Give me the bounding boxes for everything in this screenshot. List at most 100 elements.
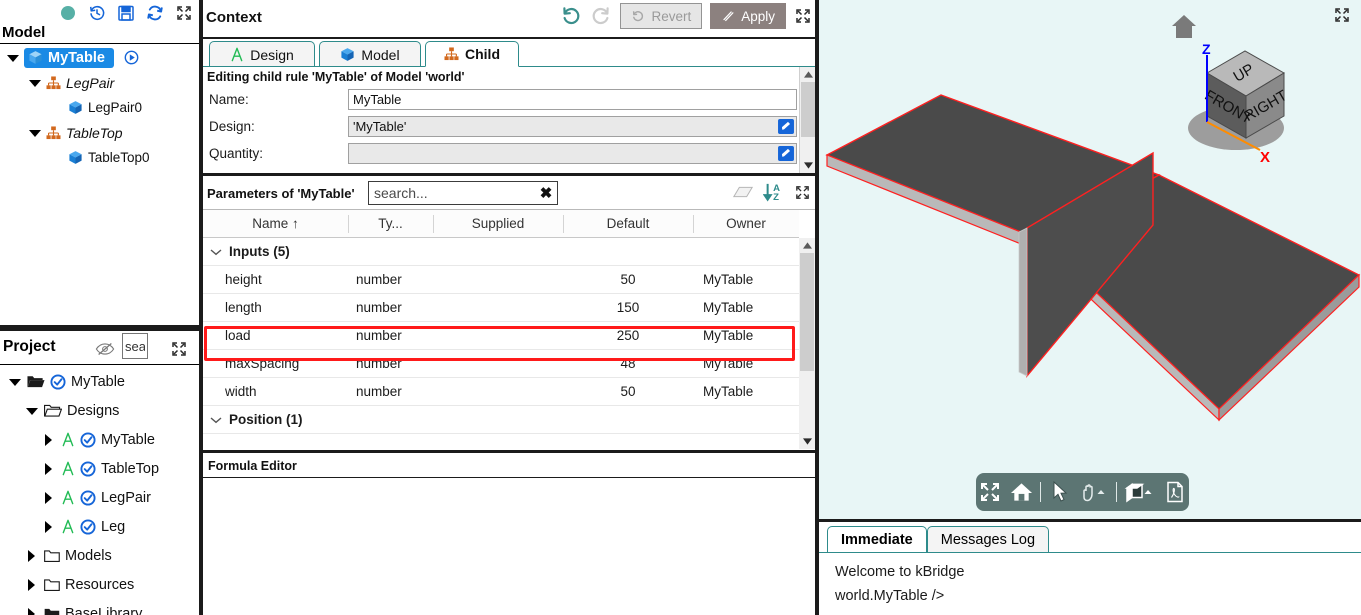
field-input[interactable]: [348, 143, 797, 164]
project-tree-item-mytable[interactable]: MyTable: [0, 425, 199, 454]
table-row[interactable]: load number 250 MyTable: [203, 322, 799, 350]
project-tree-item-mytable[interactable]: MyTable: [0, 367, 199, 396]
redo-icon[interactable]: [590, 5, 612, 27]
group-row[interactable]: Inputs (5): [203, 238, 799, 266]
eraser-icon[interactable]: [732, 184, 754, 200]
model-tree-item-legpair0[interactable]: LegPair0: [0, 95, 199, 120]
model-tree-item-tabletop0[interactable]: TableTop0: [0, 145, 199, 170]
project-search-input[interactable]: [122, 333, 148, 359]
project-tree-item-baselibrary[interactable]: BaseLibrary: [0, 599, 199, 615]
pan-hand-icon[interactable]: [1079, 480, 1109, 504]
table-row[interactable]: height number 50 MyTable: [203, 266, 799, 294]
column-header-ty[interactable]: Ty...: [348, 210, 433, 238]
tab-model[interactable]: Model: [319, 41, 421, 67]
context-scroll-up-icon[interactable]: [800, 67, 816, 82]
status-indicator-icon[interactable]: [59, 4, 77, 22]
twisty-right-icon[interactable]: [42, 462, 56, 476]
model-tree-item-label: LegPair0: [88, 100, 143, 115]
history-icon[interactable]: [88, 4, 106, 22]
context-tabs: Design Model Child: [203, 41, 815, 67]
twisty-down-icon[interactable]: [28, 126, 42, 140]
group-row[interactable]: Position (1): [203, 406, 799, 434]
parameters-scroll-thumb[interactable]: [800, 253, 814, 371]
viewport-expand-icon[interactable]: [1333, 6, 1351, 24]
column-header-name[interactable]: Name ↑: [203, 210, 348, 238]
sort-az-icon[interactable]: A Z: [763, 182, 785, 202]
tab-child[interactable]: Child: [425, 41, 519, 67]
undo-icon[interactable]: [560, 5, 582, 27]
formula-editor-textarea[interactable]: [203, 478, 815, 615]
twisty-right-icon[interactable]: [42, 520, 56, 534]
expand-icon[interactable]: [175, 4, 193, 22]
hide-eye-icon[interactable]: [95, 341, 115, 357]
twisty-right-icon[interactable]: [25, 549, 39, 563]
project-header-divider: [0, 364, 199, 365]
twisty-right-icon[interactable]: [42, 491, 56, 505]
column-header-supplied[interactable]: Supplied: [433, 210, 563, 238]
revert-button[interactable]: Revert: [620, 3, 703, 29]
parameters-expand-icon[interactable]: [794, 184, 811, 201]
table-row[interactable]: length number 150 MyTable: [203, 294, 799, 322]
model-tree-selected-item[interactable]: MyTable: [24, 47, 114, 68]
parameters-scroll-down-icon[interactable]: [799, 434, 815, 449]
project-tree-item-tabletop[interactable]: TableTop: [0, 454, 199, 483]
home-icon[interactable]: [1009, 480, 1033, 504]
model-tree-item-tabletop[interactable]: TableTop: [0, 120, 199, 145]
play-icon[interactable]: [124, 50, 139, 65]
project-expand-icon[interactable]: [170, 340, 188, 358]
shading-cube-icon[interactable]: [1124, 480, 1156, 504]
column-header-owner[interactable]: Owner: [693, 210, 799, 238]
project-tree-item-leg[interactable]: Leg: [0, 512, 199, 541]
twisty-down-icon[interactable]: [8, 375, 22, 389]
field-design: Design: 'MyTable': [203, 115, 797, 138]
view-cube-widget[interactable]: UP FRONT RIGHT Z X: [1160, 10, 1310, 170]
edit-pencil-icon[interactable]: [778, 119, 794, 134]
project-tree-item-models[interactable]: Models: [0, 541, 199, 570]
fit-all-icon[interactable]: [978, 480, 1002, 504]
twisty-right-icon[interactable]: [25, 607, 39, 615]
table-row[interactable]: maxSpacing number 48 MyTable: [203, 350, 799, 378]
clear-search-icon[interactable]: ✖: [535, 184, 557, 202]
refresh-icon[interactable]: [146, 4, 164, 22]
folder-icon: [27, 374, 45, 389]
design-a-icon: [61, 519, 75, 534]
console-output[interactable]: Welcome to kBridge world.MyTable />: [819, 553, 1361, 615]
parameters-search-input[interactable]: search...: [369, 185, 535, 201]
cell-name: length: [225, 300, 262, 315]
export-pdf-icon[interactable]: [1163, 480, 1187, 504]
parameters-search[interactable]: search... ✖: [368, 181, 558, 205]
model-tree-item-mytable[interactable]: MyTable: [0, 45, 199, 70]
context-scroll-down-icon[interactable]: [800, 158, 816, 173]
field-input[interactable]: 'MyTable': [348, 116, 797, 137]
edit-pencil-icon[interactable]: [778, 146, 794, 161]
column-header-default[interactable]: Default: [563, 210, 693, 238]
project-tree-item-designs[interactable]: Designs: [0, 396, 199, 425]
parameters-scrollbar[interactable]: [799, 238, 815, 449]
twisty-down-icon[interactable]: [6, 51, 20, 65]
console-tab-messages-log[interactable]: Messages Log: [926, 526, 1050, 552]
console-tab-immediate[interactable]: Immediate: [827, 526, 927, 552]
twisty-down-icon[interactable]: [25, 404, 39, 418]
twisty-down-icon[interactable]: [28, 76, 42, 90]
context-expand-icon[interactable]: [794, 7, 812, 25]
save-icon[interactable]: [117, 4, 135, 22]
context-scroll-thumb[interactable]: [801, 82, 815, 137]
table-row[interactable]: width number 50 MyTable: [203, 378, 799, 406]
model-tree-item-legpair[interactable]: LegPair: [0, 70, 199, 95]
context-scrollbar[interactable]: [799, 67, 816, 173]
twisty-right-icon[interactable]: [25, 578, 39, 592]
parameters-scroll-up-icon[interactable]: [799, 238, 815, 253]
compass-icon: [230, 47, 244, 62]
field-input[interactable]: MyTable: [348, 89, 797, 110]
project-tree-item-resources[interactable]: Resources: [0, 570, 199, 599]
twisty-right-icon[interactable]: [42, 433, 56, 447]
project-tree-item-legpair[interactable]: LegPair: [0, 483, 199, 512]
select-cursor-icon[interactable]: [1048, 480, 1072, 504]
chevron-down-icon[interactable]: [203, 413, 229, 427]
parameters-tools: A Z: [732, 182, 811, 202]
apply-button[interactable]: Apply: [710, 3, 786, 29]
chevron-down-icon[interactable]: [203, 245, 229, 259]
tab-design[interactable]: Design: [209, 41, 315, 67]
3d-viewport[interactable]: UP FRONT RIGHT Z X: [819, 0, 1361, 519]
left-column: Model MyTable LegPair LegPair0 TableTop Tabl…: [0, 0, 199, 615]
